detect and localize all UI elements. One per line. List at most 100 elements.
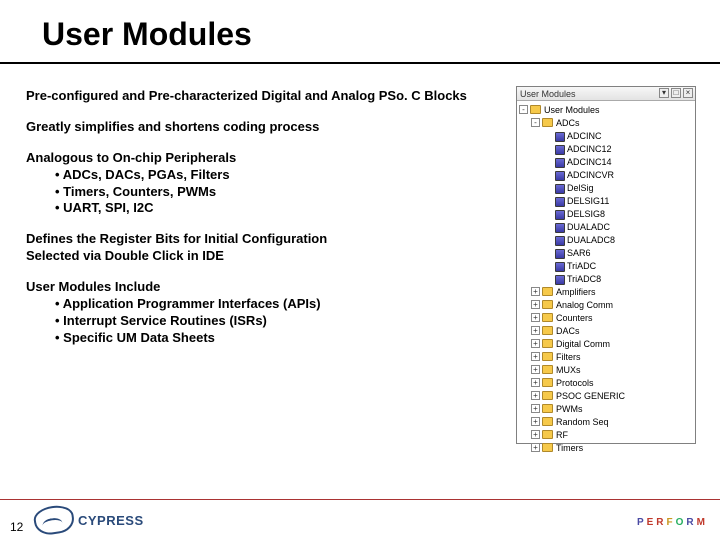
para-2: Greatly simplifies and shortens coding p… [26,119,496,136]
tree-row[interactable]: +MUXs [519,363,695,376]
perform-letter: M [697,517,708,528]
tree-row[interactable]: +Analog Comm [519,298,695,311]
expand-icon[interactable]: + [531,365,540,374]
dropdown-icon[interactable]: ▾ [659,88,669,98]
expand-icon[interactable]: + [531,313,540,322]
bullet-5a: Application Programmer Interfaces (APIs) [26,296,496,313]
tree-label: DELSIG11 [567,196,609,206]
folder-icon [542,118,553,127]
bullet-3a: ADCs, DACs, PGAs, Filters [26,167,496,184]
folder-icon [542,443,553,452]
module-icon [554,170,564,180]
bullet-3c: UART, SPI, I2C [26,200,496,217]
para-5: User Modules Include [26,279,496,296]
tree-label: ADCINC [567,131,602,141]
tree-row[interactable]: DELSIG11 [519,194,695,207]
pin-icon[interactable]: □ [671,88,681,98]
expand-icon[interactable]: + [531,378,540,387]
tree-row[interactable]: DUALADC [519,220,695,233]
tree-row[interactable]: DelSig [519,181,695,194]
tree-label: DUALADC [567,222,610,232]
bullet-3b: Timers, Counters, PWMs [26,184,496,201]
tree-row[interactable]: + Filters [519,350,695,363]
panel-title: User Modules [520,89,576,99]
tree-label: Digital Comm [556,339,610,349]
cypress-logo: CYPRESS [34,506,144,534]
tree-row[interactable]: +DACs [519,324,695,337]
expand-icon[interactable]: + [531,417,540,426]
para-1: Pre-configured and Pre-characterized Dig… [26,88,496,105]
panel-header: User Modules ▾ □ × [517,87,695,101]
slide-body: Pre-configured and Pre-characterized Dig… [26,88,496,347]
footer-divider [0,499,720,500]
expand-icon[interactable]: + [531,300,540,309]
folder-icon [542,287,553,296]
expand-icon[interactable]: + [531,404,540,413]
tree-label: Random Seq [556,417,609,427]
tree-label: TriADC8 [567,274,601,284]
para-3: Analogous to On-chip Peripherals [26,150,496,167]
module-icon [554,209,564,219]
folder-icon [542,339,553,348]
tree-row[interactable]: DELSIG8 [519,207,695,220]
tree-label: DelSig [567,183,594,193]
folder-icon [542,378,553,387]
tree-row[interactable]: ADCINC [519,129,695,142]
expand-icon[interactable]: + [531,443,540,452]
slide-title: User Modules [42,16,252,53]
tree-row[interactable]: + Protocols [519,376,695,389]
tree-row[interactable]: DUALADC8 [519,233,695,246]
tree-row[interactable]: SAR6 [519,246,695,259]
tree-row[interactable]: -ADCs [519,116,695,129]
expand-icon[interactable]: + [531,391,540,400]
expand-icon[interactable]: + [531,352,540,361]
tree-row[interactable]: + Digital Comm [519,337,695,350]
tree-label: ADCINCVR [567,170,614,180]
tree-label: ADCINC14 [567,157,612,167]
tree-row[interactable]: + Counters [519,311,695,324]
expand-icon[interactable]: + [531,339,540,348]
collapse-icon[interactable]: - [519,105,528,114]
tree-row[interactable]: TriADC [519,259,695,272]
expand-icon[interactable]: + [531,287,540,296]
tree-label: Filters [556,352,581,362]
perform-letter: R [656,517,666,528]
tree-row[interactable]: - User Modules [519,103,695,116]
module-icon [554,157,564,167]
tree-row[interactable]: +Timers [519,441,695,454]
tree-label: PSOC GENERIC [556,391,625,401]
para-4b: Selected via Double Click in IDE [26,248,496,265]
tree-row[interactable]: +PWMs [519,402,695,415]
logo-text: CYPRESS [78,513,144,528]
close-icon[interactable]: × [683,88,693,98]
tree-row[interactable]: ADCINC12 [519,142,695,155]
tree-body: -User Modules-ADCsADCINCADCINC12ADCINC14… [517,101,695,456]
tree-label: TriADC [567,261,596,271]
folder-icon [542,417,553,426]
tree-label: User Modules [544,105,600,115]
tree-row[interactable]: ADCINCVR [519,168,695,181]
perform-letter: R [686,517,696,528]
folder-icon [542,352,553,361]
perform-letter: O [676,517,687,528]
tree-row[interactable]: ADCINC14 [519,155,695,168]
expand-icon[interactable]: + [531,430,540,439]
module-icon [554,248,564,258]
tree-row[interactable]: +RF [519,428,695,441]
collapse-icon[interactable]: - [531,118,540,127]
tree-label: Counters [556,313,593,323]
perform-letter: E [647,517,657,528]
tree-row[interactable]: + PSOC GENERIC [519,389,695,402]
tree-row[interactable]: + Random Seq [519,415,695,428]
page-number: 12 [10,520,23,534]
folder-icon [542,430,553,439]
folder-icon [542,326,553,335]
tree-label: ADCINC12 [567,144,612,154]
bullet-5c: Specific UM Data Sheets [26,330,496,347]
tree-row[interactable]: +Amplifiers [519,285,695,298]
perform-letter: F [667,517,676,528]
tree-label: Protocols [556,378,594,388]
expand-icon[interactable]: + [531,326,540,335]
tree-row[interactable]: TriADC8 [519,272,695,285]
module-icon [554,235,564,245]
